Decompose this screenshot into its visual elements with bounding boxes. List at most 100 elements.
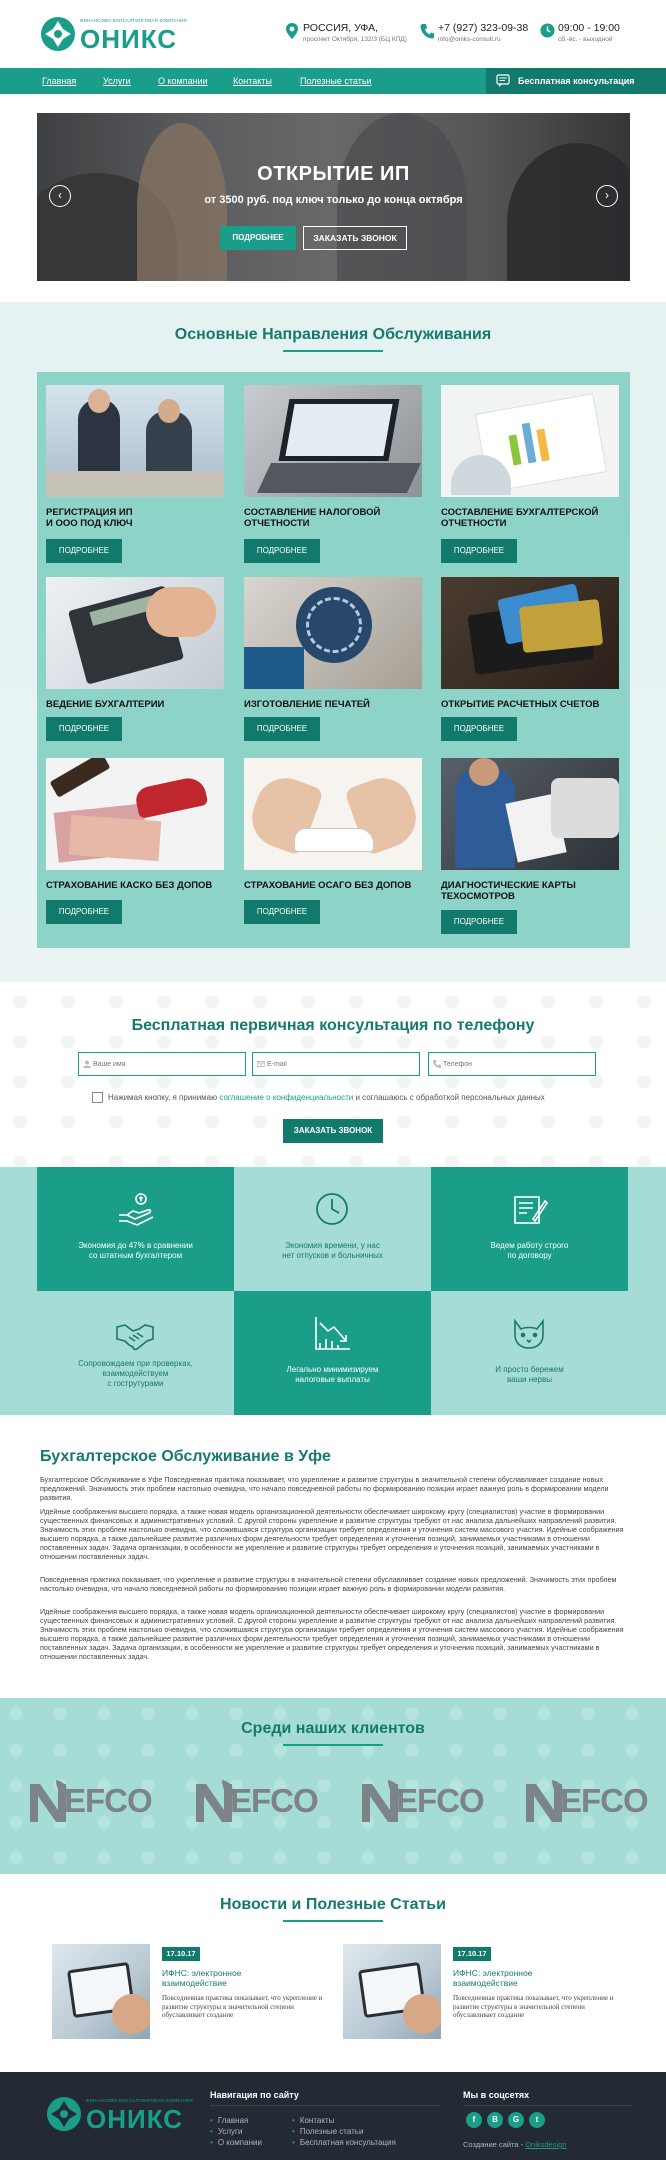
about-paragraph: Бухгалтерское Обслуживание в Уфе Повседн… [40,1475,609,1502]
service-more-button[interactable]: ПОДРОБНЕЕ [441,717,517,741]
service-image-laptop [244,385,422,497]
title-underline [283,1744,383,1746]
nav-item-home[interactable]: Главная [42,76,76,86]
nav-item-services[interactable]: Услуги [103,76,131,86]
service-more-button[interactable]: ПОДРОБНЕЕ [46,717,122,741]
hours-main: 09:00 - 19:00 [558,22,620,34]
site-footer: ФИНАНСОВО-КОНСАЛТИНГОВАЯ КОМПАНИЯ ОНИКС … [0,2072,666,2160]
service-image-stamp [244,577,422,689]
free-consultation-button[interactable]: Бесплатная консультация [486,68,666,94]
service-more-button[interactable]: ПОДРОБНЕЕ [244,717,320,741]
twitter-icon[interactable]: t [529,2112,545,2128]
nav-item-about[interactable]: О компании [158,76,208,86]
client-logo[interactable]: EFCO [26,1776,176,1826]
advantage-time: Экономия времени, у нас нет отпусков и б… [234,1167,431,1291]
privacy-link[interactable]: соглашение о конфиденциальности [219,1093,353,1102]
footer-link-consultation[interactable]: • Бесплатная консультация [292,2138,396,2147]
logo-tagline: ФИНАНСОВО-КОНСАЛТИНГОВАЯ КОМПАНИЯ [86,2098,193,2103]
service-more-button[interactable]: ПОДРОБНЕЕ [46,539,122,563]
service-card: ВЕДЕНИЕ БУХГАЛТЕРИИ ПОДРОБНЕЕ [46,577,224,742]
service-card: СОСТАВЛЕНИЕ НАЛОГОВОЙ ОТЧЕТНОСТИ ПОДРОБН… [244,385,422,565]
hero-more-button[interactable]: ПОДРОБНЕЕ [220,226,296,250]
client-logo[interactable]: EFCO [358,1776,508,1826]
news-title-link[interactable]: ИФНС: электронное взаимодействие [453,1968,573,1988]
news-item[interactable]: 17.10.17 ИФНС: электронное взаимодействи… [52,1944,342,2039]
news-date: 17.10.17 [453,1947,491,1961]
hero-title: ОТКРЫТИЕ ИП [257,163,410,185]
advantage-text: Ведем работу строго по договору [490,1241,569,1260]
advantage-nerves: И просто бережем ваши нервы [431,1291,628,1415]
service-card: ОТКРЫТИЕ РАСЧЕТНЫХ СЧЕТОВ ПОДРОБНЕЕ [441,577,619,742]
news-item[interactable]: 17.10.17 ИФНС: электронное взаимодействи… [343,1944,633,2039]
footer-link-services[interactable]: • Услуги [210,2127,242,2136]
envelope-icon [257,1061,265,1067]
service-image-calculator [46,577,224,689]
services-grid: РЕГИСТРАЦИЯ ИП И ООО ПОД КЛЮЧ ПОДРОБНЕЕ … [37,372,630,948]
service-more-button[interactable]: ПОДРОБНЕЕ [441,539,517,563]
service-more-button[interactable]: ПОДРОБНЕЕ [46,900,122,924]
service-image-business [46,385,224,497]
advantage-text: Экономия времени, у нас нет отпусков и б… [282,1241,383,1260]
news-title-link[interactable]: ИФНС: электронное взаимодействие [162,1968,282,1988]
logo-name: ОНИКС [86,2104,183,2134]
news-title: Новости и Полезные Статьи [220,1896,446,1913]
advantage-text: Экономия до 47% в сравнении со штатным б… [78,1241,193,1260]
news-image-tablet [52,1944,150,2039]
service-card: РЕГИСТРАЦИЯ ИП И ООО ПОД КЛЮЧ ПОДРОБНЕЕ [46,385,224,565]
footer-link-about[interactable]: • О компании [210,2138,262,2147]
service-more-button[interactable]: ПОДРОБНЕЕ [441,910,517,934]
logo-mark-icon [47,2097,81,2131]
footer-link-articles[interactable]: • Полезные статьи [292,2127,363,2136]
nav-item-articles[interactable]: Полезные статьи [300,76,372,86]
service-more-button[interactable]: ПОДРОБНЕЕ [244,539,320,563]
advantage-text: Легально минимизируем налоговые выплаты [286,1365,379,1384]
logo-name: ОНИКС [80,24,177,54]
credit-link[interactable]: Oniksdesign [525,2140,566,2149]
vk-icon[interactable]: В [487,2112,503,2128]
footer-link-home[interactable]: • Главная [210,2116,248,2125]
news-date: 17.10.17 [162,1947,200,1961]
footer-logo[interactable]: ФИНАНСОВО-КОНСАЛТИНГОВАЯ КОМПАНИЯ ОНИКС [46,2094,193,2134]
news-image-tablet [343,1944,441,2039]
location-pin-icon [286,23,298,39]
service-title: РЕГИСТРАЦИЯ ИП И ООО ПОД КЛЮЧ [46,507,133,529]
site-credit: Создание сайта - Oniksdesign [463,2140,567,2149]
nav-item-contacts[interactable]: Контакты [233,76,272,86]
advantage-savings: Экономия до 47% в сравнении со штатным б… [37,1167,234,1291]
phone-input[interactable] [428,1052,596,1076]
cat-icon [514,1318,544,1349]
google-plus-icon[interactable]: G [508,2112,524,2128]
service-title: СОСТАВЛЕНИЕ БУХГАЛТЕРСКОЙ ОТЧЕТНОСТИ [441,507,599,529]
phone-number[interactable]: +7 (927) 323-09-38 [438,22,528,34]
service-card: ИЗГОТОВЛЕНИЕ ПЕЧАТЕЙ ПОДРОБНЕЕ [244,577,422,742]
service-image-kasko [46,758,224,870]
hand-coin-icon [119,1193,154,1226]
email-input[interactable] [252,1052,420,1076]
service-more-button[interactable]: ПОДРОБНЕЕ [244,900,320,924]
service-image-diagnostics [441,758,619,870]
title-underline [283,1920,383,1922]
hero-call-button[interactable]: ЗАКАЗАТЬ ЗВОНОК [303,226,407,250]
footer-link-contacts[interactable]: • Контакты [292,2116,334,2125]
clock-icon [540,23,555,38]
client-logo[interactable]: EFCO [192,1776,342,1826]
request-call-button[interactable]: ЗАКАЗАТЬ ЗВОНОК [283,1119,383,1143]
news-section: Новости и Полезные Статьи 17.10.17 ИФНС:… [0,1874,666,2072]
service-image-charts [441,385,619,497]
services-section: Основные Направления Обслуживания РЕГИСТ… [0,302,666,982]
facebook-icon[interactable]: f [466,2112,482,2128]
about-paragraph: Идейные соображения высшего порядка, а т… [40,1607,624,1661]
address-main: РОССИЯ, УФА, [303,22,379,34]
clients-section: Среди наших клиентов EFCO EFCO EFCO EFCO [0,1698,666,1874]
name-input[interactable] [78,1052,246,1076]
consent-checkbox[interactable] [92,1092,103,1103]
service-image-osago [244,758,422,870]
logo[interactable]: ФИНАНСОВО-КОНСАЛТИНГОВАЯ КОМПАНИЯ ОНИКС [40,14,187,54]
footer-divider [463,2105,633,2106]
logo-tagline: ФИНАНСОВО-КОНСАЛТИНГОВАЯ КОМПАНИЯ [80,18,187,23]
email-address[interactable]: info@oniks-consult.ru [438,36,501,43]
consultation-title: Бесплатная первичная консультация по тел… [131,1017,535,1034]
client-logo[interactable]: EFCO [522,1776,662,1826]
advantage-contract: Ведем работу строго по договору [431,1167,628,1291]
about-paragraph: Идейные соображения высшего порядка, а т… [40,1507,624,1561]
